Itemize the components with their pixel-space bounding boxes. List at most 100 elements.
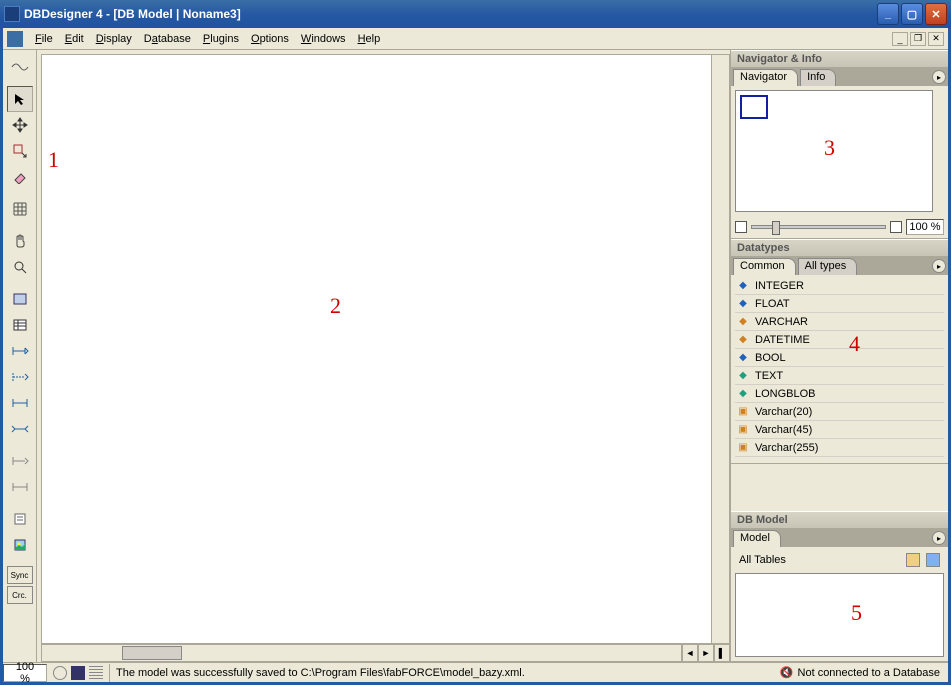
annotation-3: 3	[824, 135, 835, 161]
tool-rel-1n-icon[interactable]	[7, 338, 33, 364]
menu-options[interactable]: Options	[245, 31, 295, 47]
menu-database[interactable]: Database	[138, 31, 197, 47]
datatype-item[interactable]: ◆VARCHAR	[735, 313, 944, 331]
datatype-icon: ◆	[735, 333, 751, 347]
all-tables-label: All Tables	[739, 554, 786, 566]
tab-common[interactable]: Common	[733, 258, 796, 275]
speaker-icon: 🔇	[780, 666, 794, 679]
zoom-out-icon[interactable]	[735, 221, 747, 233]
tool-design-mode-icon[interactable]	[7, 54, 33, 80]
datatype-icon: ▣	[735, 423, 751, 437]
tool-rel-1n-weak-icon[interactable]	[7, 448, 33, 474]
datatype-item[interactable]: ◆TEXT	[735, 367, 944, 385]
scroll-end-button[interactable]: ▌	[714, 644, 730, 662]
mdi-restore-button[interactable]: ❐	[910, 32, 926, 46]
menu-bar: File Edit Display Database Plugins Optio…	[3, 28, 948, 50]
tool-pointer-icon[interactable]	[7, 86, 33, 112]
datatype-icon: ◆	[735, 279, 751, 293]
tool-move-icon[interactable]	[7, 112, 33, 138]
new-table-icon[interactable]	[906, 553, 920, 567]
annotation-5: 5	[851, 600, 862, 626]
minimize-button[interactable]: _	[877, 3, 899, 25]
datatype-icon: ◆	[735, 315, 751, 329]
tool-crc-button[interactable]: Crc.	[7, 586, 33, 604]
tables-list[interactable]: 5	[735, 573, 944, 657]
tool-rel-11-weak-icon[interactable]	[7, 474, 33, 500]
menu-file[interactable]: File	[29, 31, 59, 47]
tool-zoom-icon[interactable]	[7, 254, 33, 280]
zoom-value[interactable]: 100 %	[906, 219, 944, 235]
menu-edit[interactable]: Edit	[59, 31, 90, 47]
tool-note-icon[interactable]	[7, 506, 33, 532]
horizontal-scrollbar[interactable]: ◄ ► ▌	[41, 644, 730, 662]
navigator-title: Navigator & Info	[731, 50, 948, 68]
tool-hand-icon[interactable]	[7, 228, 33, 254]
navigator-view[interactable]: 3	[735, 90, 933, 212]
tool-sync-button[interactable]: Sync	[7, 566, 33, 584]
scroll-right-button[interactable]: ►	[698, 644, 714, 662]
tool-erase-icon[interactable]	[7, 164, 33, 190]
model-canvas[interactable]: 1 2	[41, 54, 730, 644]
app-icon	[4, 6, 20, 22]
datatypes-panel: Datatypes Common All types ▸ ◆INTEGER ◆F…	[731, 239, 948, 464]
navigator-viewport[interactable]	[740, 95, 768, 119]
datatype-icon: ◆	[735, 351, 751, 365]
zoom-slider-thumb[interactable]	[772, 221, 780, 235]
tab-model[interactable]: Model	[733, 530, 781, 547]
tab-alltypes[interactable]: All types	[798, 258, 858, 275]
zoom-in-icon[interactable]	[890, 221, 902, 233]
close-button[interactable]: ✕	[925, 3, 947, 25]
mdi-minimize-button[interactable]: _	[892, 32, 908, 46]
menu-help[interactable]: Help	[352, 31, 387, 47]
panel-menu-icon[interactable]: ▸	[932, 70, 946, 84]
datatypes-title: Datatypes	[731, 239, 948, 257]
title-bar: DBDesigner 4 - [DB Model | Noname3] _ ▢ …	[0, 0, 951, 28]
mdi-close-button[interactable]: ✕	[928, 32, 944, 46]
maximize-button[interactable]: ▢	[901, 3, 923, 25]
tool-table-icon[interactable]	[7, 312, 33, 338]
dbmodel-panel: DB Model Model ▸ All Tables 5	[731, 511, 948, 662]
menu-windows[interactable]: Windows	[295, 31, 352, 47]
toolbox: Sync Crc.	[3, 50, 37, 662]
canvas-area: 1 2 ◄ ► ▌	[37, 50, 730, 662]
window-title: DBDesigner 4 - [DB Model | Noname3]	[24, 7, 877, 21]
datatype-item[interactable]: ◆FLOAT	[735, 295, 944, 313]
datatype-item[interactable]: ◆BOOL	[735, 349, 944, 367]
tool-rel-nm-icon[interactable]	[7, 416, 33, 442]
datatype-icon: ▣	[735, 405, 751, 419]
status-connection: Not connected to a Database	[798, 667, 940, 679]
system-menu-icon[interactable]	[7, 31, 23, 47]
status-icon-save[interactable]	[71, 666, 85, 680]
tool-image-icon[interactable]	[7, 532, 33, 558]
zoom-slider[interactable]	[751, 225, 886, 229]
status-zoom[interactable]: 100 %	[3, 664, 47, 682]
datatype-item[interactable]: ▣Varchar(255)	[735, 439, 944, 457]
scroll-left-button[interactable]: ◄	[682, 644, 698, 662]
tool-resize-icon[interactable]	[7, 138, 33, 164]
tab-navigator[interactable]: Navigator	[733, 69, 798, 86]
menu-display[interactable]: Display	[90, 31, 138, 47]
tab-info[interactable]: Info	[800, 69, 836, 86]
scrollbar-thumb[interactable]	[122, 646, 182, 660]
datatype-item[interactable]: ▣Varchar(45)	[735, 421, 944, 439]
tool-rel-1n-b-icon[interactable]	[7, 364, 33, 390]
datatype-item[interactable]: ◆LONGBLOB	[735, 385, 944, 403]
datatype-item[interactable]: ◆DATETIME	[735, 331, 944, 349]
datatype-item[interactable]: ◆INTEGER	[735, 277, 944, 295]
status-icon-disk[interactable]	[53, 666, 67, 680]
tool-grid-icon[interactable]	[7, 196, 33, 222]
datatype-icon: ◆	[735, 297, 751, 311]
status-bar: 100 % The model was successfully saved t…	[3, 662, 948, 682]
delete-table-icon[interactable]	[926, 553, 940, 567]
panel-menu-icon[interactable]: ▸	[932, 259, 946, 273]
right-panel: Navigator & Info Navigator Info ▸ 3 100 …	[730, 50, 948, 662]
panel-menu-icon[interactable]: ▸	[932, 531, 946, 545]
status-icon-lines[interactable]	[89, 666, 103, 680]
annotation-1: 1	[48, 147, 59, 173]
menu-plugins[interactable]: Plugins	[197, 31, 245, 47]
tool-region-icon[interactable]	[7, 286, 33, 312]
datatype-icon: ◆	[735, 387, 751, 401]
dbmodel-title: DB Model	[731, 511, 948, 529]
tool-rel-11-icon[interactable]	[7, 390, 33, 416]
datatype-item[interactable]: ▣Varchar(20)	[735, 403, 944, 421]
